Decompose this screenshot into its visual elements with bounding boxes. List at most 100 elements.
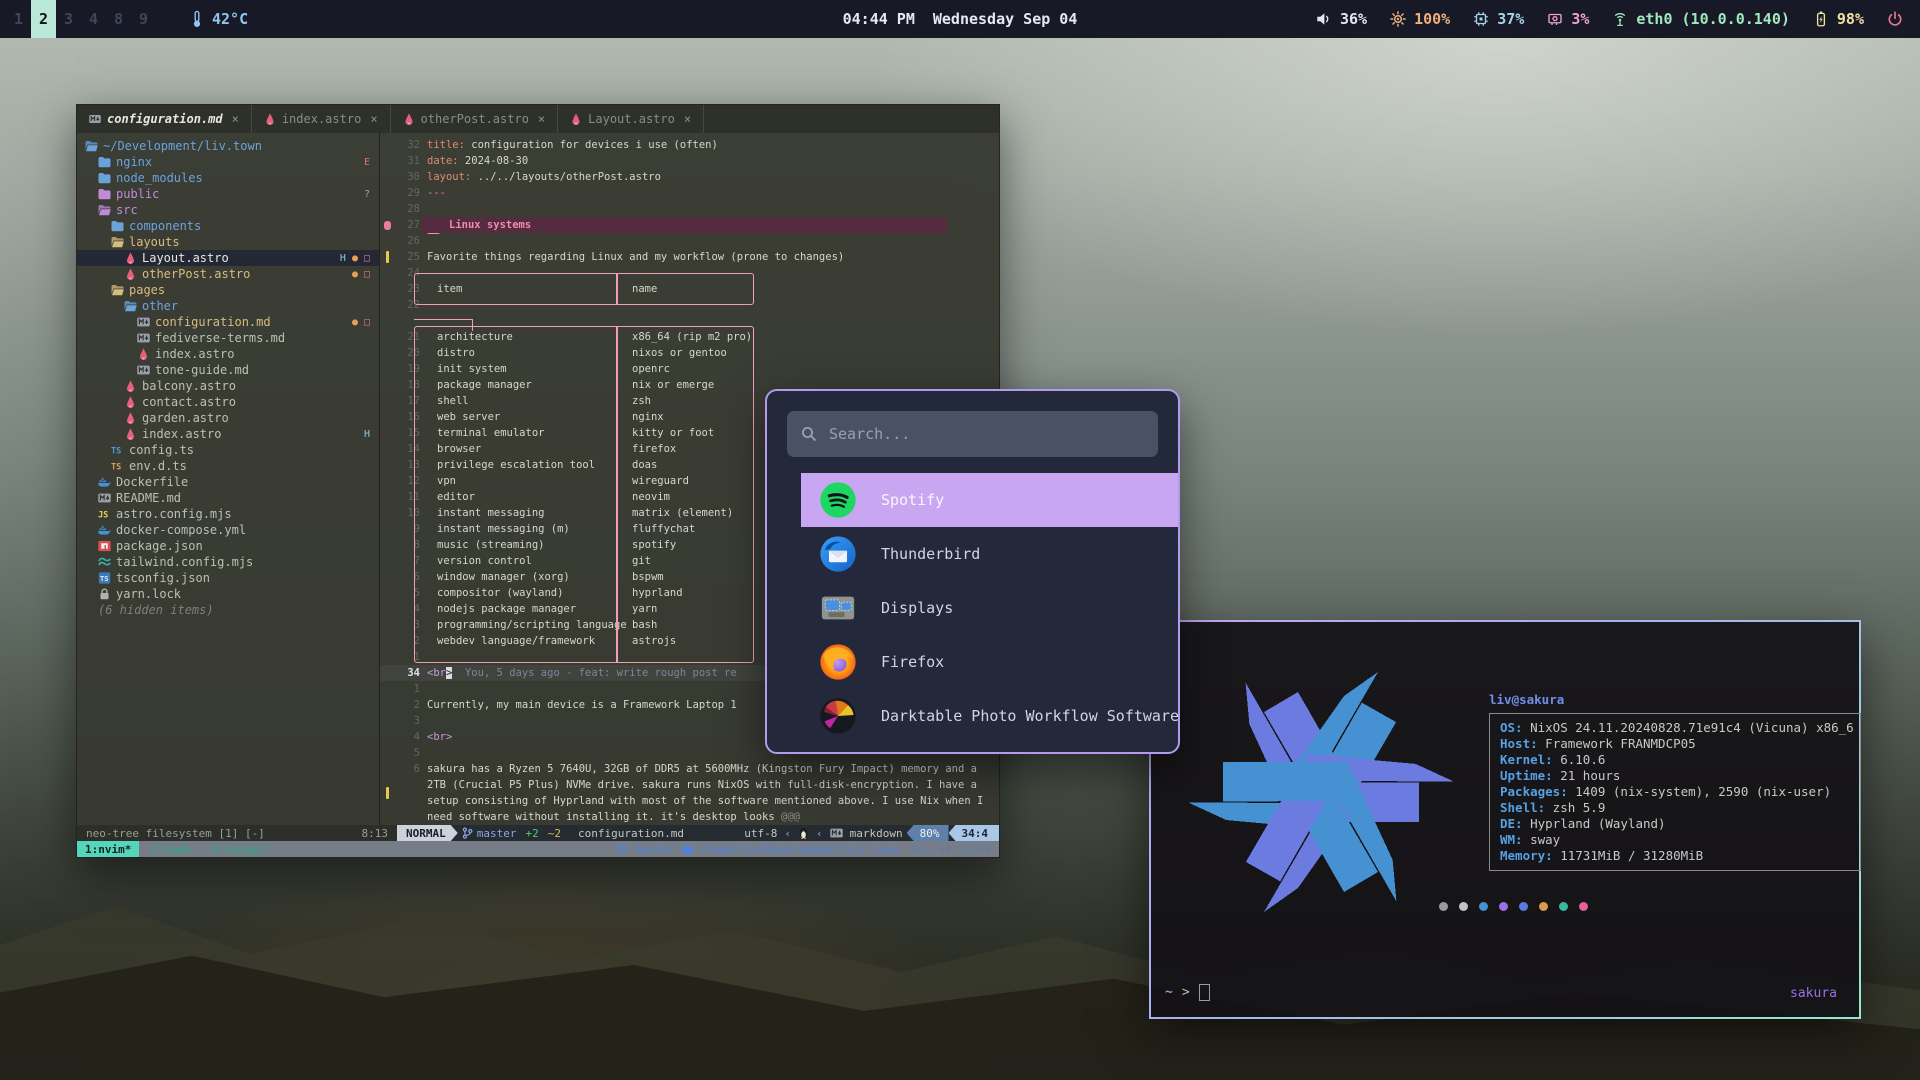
file-tree: ~/Development/liv.townnginxEnode_modules… xyxy=(77,133,380,825)
editor-line: 25Favorite things regarding Linux and my… xyxy=(380,249,999,265)
network-value: eth0 (10.0.0.140) xyxy=(1636,10,1790,28)
workspace-4[interactable]: 4 xyxy=(81,0,106,38)
volume-widget[interactable]: 36% xyxy=(1315,10,1367,28)
tree-item-astro.config.mjs[interactable]: astro.config.mjs xyxy=(77,506,379,522)
tree-item-pages[interactable]: pages xyxy=(77,282,379,298)
tree-item-config.ts[interactable]: config.ts xyxy=(77,442,379,458)
terminal-hostname: sakura xyxy=(1790,986,1837,1001)
tmux-right: master /home/liv/Development/liv.town Se… xyxy=(617,843,999,856)
statusline-right: utf-8 ‹ ‹ markdown xyxy=(744,827,902,840)
folder-open-icon xyxy=(124,300,137,312)
tree-item-nginx[interactable]: nginxE xyxy=(77,154,379,170)
tree-item-Dockerfile[interactable]: Dockerfile xyxy=(77,474,379,490)
tree-item-other[interactable]: other xyxy=(77,298,379,314)
tree-item-src[interactable]: src xyxy=(77,202,379,218)
tmux-window-active[interactable]: 1:nvim* xyxy=(77,841,139,857)
tree-item-index.astro[interactable]: index.astroH xyxy=(77,426,379,442)
tree-item-balcony.astro[interactable]: balcony.astro xyxy=(77,378,379,394)
editor-line: 24 xyxy=(380,265,999,281)
tree-item-public[interactable]: public? xyxy=(77,186,379,202)
tmux-window-3[interactable]: 3:lazygit xyxy=(210,843,270,856)
power-button[interactable] xyxy=(1886,10,1904,28)
tree-item-package.json[interactable]: package.json xyxy=(77,538,379,554)
workspace-1[interactable]: 1 xyxy=(6,0,31,38)
workspace-3[interactable]: 3 xyxy=(56,0,81,38)
vim-mode-indicator: NORMAL xyxy=(397,825,458,841)
close-icon[interactable]: × xyxy=(232,112,239,126)
tree-item-tone-guide.md[interactable]: tone-guide.md xyxy=(77,362,379,378)
tmux-cwd-path: /home/liv/Development/liv.town xyxy=(700,843,899,856)
launcher-item-firefox[interactable]: Firefox xyxy=(801,635,1178,689)
workspace-switcher[interactable]: 123489 xyxy=(6,0,156,38)
docker-icon xyxy=(98,524,111,536)
brightness-icon xyxy=(1389,10,1407,28)
tailwind-icon xyxy=(98,556,111,568)
statusline-filename: configuration.md xyxy=(578,827,684,840)
tree-item-layouts[interactable]: layouts xyxy=(77,234,379,250)
launcher-app-list: SpotifyThunderbirdDisplaysFirefoxDarktab… xyxy=(767,473,1178,743)
lock-icon xyxy=(98,588,111,600)
tree-item-otherPost.astro[interactable]: otherPost.astro●□ xyxy=(77,266,379,282)
cpu-widget: 37% xyxy=(1472,10,1524,28)
app-launcher: SpotifyThunderbirdDisplaysFirefoxDarktab… xyxy=(765,389,1180,754)
yellow-sign-marker xyxy=(386,251,389,263)
launcher-search-box[interactable] xyxy=(787,411,1158,457)
palette-dot xyxy=(1579,902,1588,911)
cpu-icon xyxy=(1472,10,1490,28)
tree-item-docker-compose.yml[interactable]: docker-compose.yml xyxy=(77,522,379,538)
shell-prompt[interactable]: ~ > xyxy=(1165,984,1210,1001)
tree-item-index.astro[interactable]: index.astro xyxy=(77,346,379,362)
firefox-icon xyxy=(819,643,857,681)
search-input[interactable] xyxy=(827,424,1144,444)
folder-open-icon xyxy=(111,236,124,248)
editor-line: 31date: 2024-08-30 xyxy=(380,153,999,169)
editor-line: 26 xyxy=(380,233,999,249)
tree-item-Layout.astro[interactable]: Layout.astroH●□ xyxy=(77,250,379,266)
close-icon[interactable]: × xyxy=(538,112,545,126)
tree-item-fediverse-terms.md[interactable]: fediverse-terms.md xyxy=(77,330,379,346)
close-icon[interactable]: × xyxy=(370,112,377,126)
palette-dot xyxy=(1559,902,1568,911)
tree-item-contact.astro[interactable]: contact.astro xyxy=(77,394,379,410)
tab-otherPost.astro[interactable]: otherPost.astro× xyxy=(391,105,559,133)
tree-item-env.d.ts[interactable]: env.d.ts xyxy=(77,458,379,474)
workspace-8[interactable]: 8 xyxy=(106,0,131,38)
clock-time: 04:44 PM xyxy=(843,10,915,28)
tree-item-6hiddenitems[interactable]: (6 hidden items) xyxy=(77,602,379,618)
tree-item-garden.astro[interactable]: garden.astro xyxy=(77,410,379,426)
thunderbird-icon xyxy=(819,535,857,573)
ts-icon xyxy=(111,460,124,472)
editor-line xyxy=(380,313,999,329)
temperature-widget: 42°C xyxy=(188,10,248,28)
tree-item-tailwind.config.mjs[interactable]: tailwind.config.mjs xyxy=(77,554,379,570)
launcher-item-spotify[interactable]: Spotify xyxy=(801,473,1178,527)
desktop: { "topbar": { "workspaces": [ {"n":"1","… xyxy=(0,0,1920,1080)
tree-item-README.md[interactable]: README.md xyxy=(77,490,379,506)
tree-item-configuration.md[interactable]: configuration.md●□ xyxy=(77,314,379,330)
battery-icon xyxy=(1812,10,1830,28)
astro-icon xyxy=(124,412,137,424)
tab-configuration.md[interactable]: configuration.md× xyxy=(77,105,252,133)
network-widget[interactable]: eth0 (10.0.0.140) xyxy=(1611,10,1790,28)
launcher-item-displays[interactable]: Displays xyxy=(801,581,1178,635)
workspace-9[interactable]: 9 xyxy=(131,0,156,38)
workspace-2[interactable]: 2 xyxy=(31,0,56,38)
tree-item-~Developmentliv.town[interactable]: ~/Development/liv.town xyxy=(77,138,379,154)
tree-item-nodemodules[interactable]: node_modules xyxy=(77,170,379,186)
system-info: liv@sakura OS: NixOS 24.11.20240828.71e9… xyxy=(1489,692,1861,871)
launcher-item-darktable[interactable]: Darktable Photo Workflow Software xyxy=(801,689,1178,743)
tab-index.astro[interactable]: index.astro× xyxy=(252,105,391,133)
spotify-icon xyxy=(819,481,857,519)
launcher-item-thunderbird[interactable]: Thunderbird xyxy=(801,527,1178,581)
brightness-widget[interactable]: 100% xyxy=(1389,10,1450,28)
speaker-icon xyxy=(1315,10,1333,28)
tree-item-tsconfig.json[interactable]: tsconfig.json xyxy=(77,570,379,586)
tree-item-components[interactable]: components xyxy=(77,218,379,234)
tab-Layout.astro[interactable]: Layout.astro× xyxy=(558,105,704,133)
close-icon[interactable]: × xyxy=(684,112,691,126)
tree-item-yarn.lock[interactable]: yarn.lock xyxy=(77,586,379,602)
system-metrics: 36% 100% 37% 3% eth0 (10.0.0.140) 98% xyxy=(1315,10,1920,28)
yellow-sign-marker xyxy=(386,787,389,799)
editor-line: 29--- xyxy=(380,185,999,201)
tmux-window-2[interactable]: 2:node- xyxy=(151,843,197,856)
